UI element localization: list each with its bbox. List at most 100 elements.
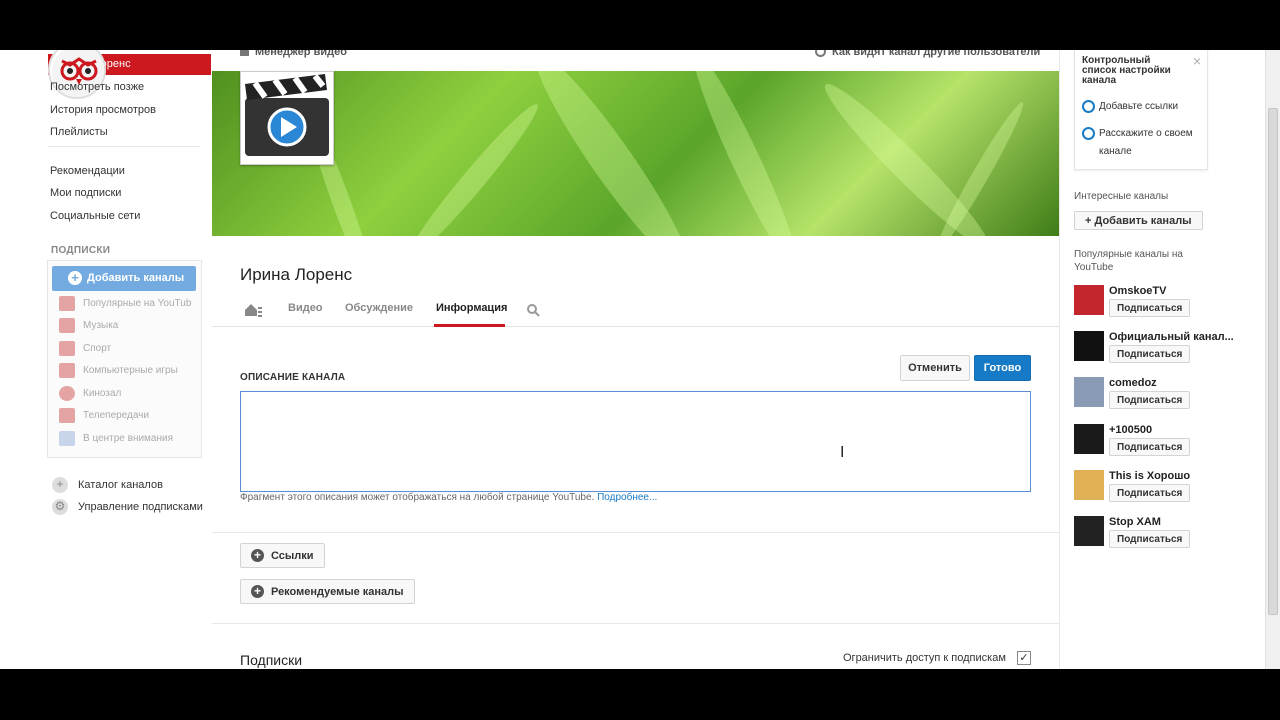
footer-link-label: Каталог каналов [78, 479, 163, 491]
channel-title: Ирина Лоренс [240, 265, 353, 284]
subscriptions-section-title: Подписки [240, 652, 303, 668]
add-channels-label: Добавить каналы [87, 272, 185, 284]
search-icon [527, 304, 540, 317]
learn-more-link[interactable]: Подробнее... [597, 492, 657, 503]
channel-name[interactable]: Stop XAM [1109, 516, 1161, 528]
guide-item-recommendations[interactable]: Рекомендации [50, 165, 125, 177]
circle-icon [1082, 127, 1095, 140]
checklist-item-label: Расскажите о своем канале [1099, 128, 1193, 157]
video-manager-label: Менеджер видео [255, 50, 347, 58]
plus-icon: + [251, 585, 264, 598]
guide-item-social[interactable]: Социальные сети [50, 210, 140, 222]
youtube-icon [59, 296, 75, 311]
plus-circle-icon: + [52, 477, 68, 493]
circle-icon [1082, 100, 1095, 113]
film-reel-icon [59, 386, 75, 401]
channel-thumbnail[interactable] [1074, 331, 1104, 361]
tab-discussion[interactable]: Обсуждение [345, 302, 413, 314]
channel-thumbnail[interactable] [1074, 377, 1104, 407]
trophy-icon [59, 341, 75, 356]
channel-name[interactable]: Официальный канал... [1109, 331, 1234, 343]
plus-icon: + [68, 271, 82, 285]
tab-videos[interactable]: Видео [288, 302, 323, 314]
description-hint-text: Фрагмент этого описания может отображать… [240, 492, 595, 503]
channel-thumbnail[interactable] [1074, 470, 1104, 500]
channel-description-textarea[interactable] [240, 391, 1031, 492]
search-channel-button[interactable] [527, 304, 540, 320]
film-icon [240, 50, 249, 56]
text-cursor-icon: I [840, 444, 845, 461]
home-icon [245, 304, 262, 317]
add-links-button[interactable]: + Ссылки [240, 543, 325, 568]
section-divider [212, 623, 1059, 624]
subscriptions-heading: ПОДПИСКИ [51, 245, 111, 256]
channel-tabs: Видео Обсуждение Информация [212, 290, 1059, 327]
active-tab-indicator [434, 324, 505, 327]
popular-channel: This is Хорошо Подписаться [1074, 470, 1264, 502]
left-guide: Ирина Лоренс Посмотреть позже История пр… [0, 50, 212, 669]
channel-main: Менеджер видео Как видят канал другие по… [212, 50, 1060, 669]
scrollbar-thumb[interactable] [1268, 108, 1278, 615]
guide-divider [48, 146, 200, 147]
cancel-button[interactable]: Отменить [900, 355, 970, 381]
sub-item-label: В центре внимания [83, 433, 174, 444]
channel-name[interactable]: OmskoeTV [1109, 285, 1166, 297]
guide-item-my-subscriptions[interactable]: Мои подписки [50, 187, 121, 199]
guide-item-watch-later[interactable]: Посмотреть позже [50, 81, 144, 93]
clapperboard-icon [245, 74, 329, 156]
description-label: ОПИСАНИЕ КАНАЛА [240, 372, 346, 383]
guide-item-history[interactable]: История просмотров [50, 104, 156, 116]
sub-item-label: Кинозал [83, 388, 122, 399]
setup-checklist: Контрольный список настройки канала × До… [1074, 50, 1208, 170]
section-divider [212, 532, 1059, 533]
eye-icon [815, 50, 826, 57]
subscribe-button[interactable]: Подписаться [1109, 345, 1191, 363]
sub-item-label: Спорт [83, 343, 112, 354]
popular-channel: OmskoeTV Подписаться [1074, 285, 1264, 317]
channel-name[interactable]: This is Хорошо [1109, 470, 1190, 482]
tv-icon [59, 408, 75, 423]
done-button[interactable]: Готово [974, 355, 1031, 381]
channel-thumbnail[interactable] [1074, 285, 1104, 315]
right-sidebar: Контрольный список настройки канала × До… [1060, 50, 1265, 669]
view-as-link[interactable]: Как видят канал другие пользователи [815, 50, 1040, 66]
subscribe-button[interactable]: Подписаться [1109, 299, 1191, 317]
gamepad-icon [59, 363, 75, 378]
tab-about[interactable]: Информация [436, 302, 507, 314]
featured-channels-button[interactable]: + Рекомендуемые каналы [240, 579, 415, 604]
sub-item-label: Популярные на YouTub [83, 298, 192, 309]
sub-item-label: Компьютерные игры [83, 365, 178, 376]
subscribe-button[interactable]: Подписаться [1109, 484, 1191, 502]
channel-name[interactable]: +100500 [1109, 424, 1152, 436]
subscribe-button[interactable]: Подписаться [1109, 438, 1191, 456]
channel-thumbnail[interactable] [1074, 516, 1104, 546]
interesting-channels-heading: Интересные каналы [1074, 191, 1169, 202]
view-as-label: Как видят канал другие пользователи [832, 50, 1041, 58]
subscribe-button[interactable]: Подписаться [1109, 391, 1191, 409]
popular-channel: comedoz Подписаться [1074, 377, 1264, 409]
video-manager-link[interactable]: Менеджер видео [240, 50, 347, 66]
guide-item-playlists[interactable]: Плейлисты [50, 126, 108, 138]
add-channels-button[interactable]: + Добавить каналы [52, 266, 196, 291]
sub-item-label: Телепередачи [83, 410, 150, 421]
channel-name[interactable]: comedoz [1109, 377, 1157, 389]
footer-link-label: Управление подписками [78, 501, 203, 513]
checklist-item-label: Добавьте ссылки [1099, 101, 1179, 112]
channel-thumbnail[interactable] [1074, 424, 1104, 454]
description-hint: Фрагмент этого описания может отображать… [240, 492, 657, 503]
restrict-subscriptions-checkbox[interactable]: ✓ [1017, 651, 1031, 665]
add-interesting-channels-button[interactable]: + Добавить каналы [1074, 211, 1203, 230]
close-icon[interactable]: × [1193, 53, 1201, 69]
popular-channel: +100500 Подписаться [1074, 424, 1264, 456]
checklist-title: Контрольный список настройки канала [1082, 55, 1171, 86]
popular-channel: Официальный канал... Подписаться [1074, 331, 1264, 363]
spotlight-icon [59, 431, 75, 446]
tab-home[interactable] [244, 303, 262, 320]
channel-banner[interactable] [212, 71, 1059, 236]
subscribe-button[interactable]: Подписаться [1109, 530, 1191, 548]
headphones-icon [59, 318, 75, 333]
popular-channels-heading: Популярные каналы на YouTube [1074, 249, 1183, 273]
channel-logo[interactable] [240, 71, 334, 165]
page-scrollbar[interactable] [1265, 50, 1280, 669]
featured-channels-label: Рекомендуемые каналы [271, 586, 404, 598]
